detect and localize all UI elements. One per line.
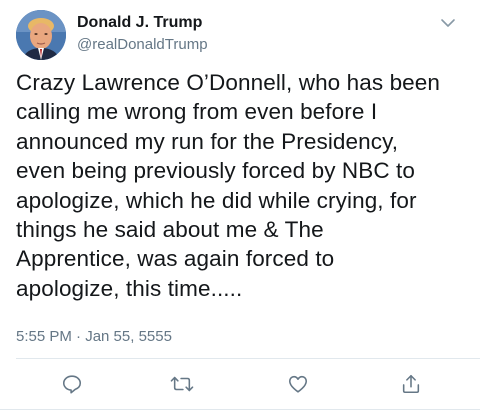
avatar[interactable] bbox=[16, 10, 66, 60]
reply-icon bbox=[62, 375, 82, 394]
chevron-down-icon[interactable] bbox=[440, 16, 456, 28]
like-button[interactable] bbox=[284, 370, 312, 398]
author-display-name[interactable]: Donald J. Trump bbox=[77, 14, 202, 32]
tweet-timestamp[interactable]: 5:55 PM · Jan 55, 5555 bbox=[16, 328, 172, 345]
share-icon bbox=[402, 374, 420, 394]
retweet-button[interactable] bbox=[168, 370, 196, 398]
retweet-icon bbox=[170, 376, 194, 392]
share-button[interactable] bbox=[397, 370, 425, 398]
author-handle[interactable]: @realDonaldTrump bbox=[77, 36, 208, 53]
like-icon bbox=[288, 375, 308, 393]
tweet-text: Crazy Lawrence O’Donnell, who has been c… bbox=[16, 70, 441, 301]
profile-photo-icon bbox=[16, 10, 66, 60]
tweet-card: Donald J. Trump @realDonaldTrump Crazy L… bbox=[0, 0, 480, 410]
divider bbox=[16, 358, 480, 359]
reply-button[interactable] bbox=[58, 370, 86, 398]
